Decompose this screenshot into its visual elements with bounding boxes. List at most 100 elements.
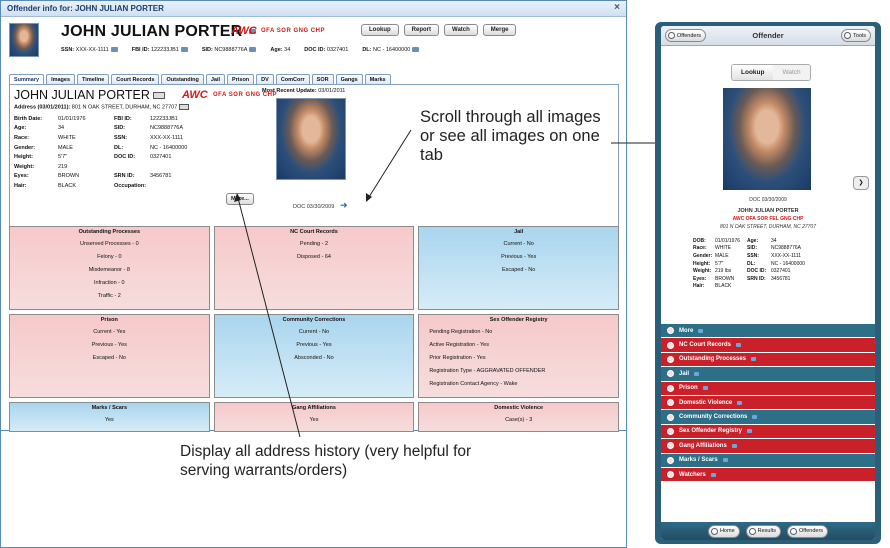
- mobile-lookup-button[interactable]: Lookup: [732, 65, 774, 80]
- lookup-button[interactable]: Lookup: [361, 24, 399, 36]
- panel-line: Disposed - 64: [297, 254, 331, 260]
- panel-line: Infraction - 0: [94, 280, 125, 286]
- panel-line: Pending - 2: [299, 241, 329, 247]
- mobile-menu-item-marks-scars[interactable]: Marks / Scars: [661, 453, 875, 468]
- home-button[interactable]: Home: [707, 524, 740, 538]
- panel-marks-scars[interactable]: Marks / Scars Yes: [9, 402, 210, 432]
- panel-line: Escaped - No: [502, 267, 536, 273]
- mobile-menu-label: Jail: [679, 370, 690, 377]
- mobile-menu-item-more[interactable]: More: [661, 324, 875, 339]
- info-icon: [737, 400, 743, 405]
- panel-community-corrections[interactable]: Community Corrections Current - No Previou…: [213, 314, 415, 398]
- mobile-menu-label: Outstanding Processes: [679, 356, 747, 363]
- panel-domestic-violence[interactable]: Domestic Violence Case(s) - 3: [418, 402, 619, 432]
- header-id-fbi: FBI ID: 122233JB1: [132, 47, 188, 53]
- mobile-photo[interactable]: [723, 88, 811, 190]
- info-icon: [722, 458, 728, 463]
- plus-icon: [667, 399, 674, 407]
- detail-row: Birth Date: 01/01/1976 FBI ID: 122233JB1: [14, 114, 244, 124]
- detail-label: DOC ID:: [114, 154, 136, 161]
- mobile-menu-item-prison[interactable]: Prison: [661, 381, 875, 396]
- more-button[interactable]: More...: [226, 193, 254, 205]
- detail-row: Weight: 219 lbs DOC ID: 0327401: [693, 267, 825, 275]
- panel-line: Absconded - No: [294, 355, 334, 361]
- summary-photo[interactable]: [276, 98, 346, 180]
- mobile-menu-item-domestic-violence[interactable]: Domestic Violence: [661, 395, 875, 411]
- mobile-next-icon[interactable]: ❯: [853, 176, 869, 190]
- detail-label: Eyes:: [693, 275, 707, 282]
- address-history-icon[interactable]: [152, 92, 165, 100]
- results-button[interactable]: Results: [745, 524, 781, 538]
- mobile-menu-item-gang-affiliations[interactable]: Gang Affiliations: [661, 439, 875, 454]
- address-history-button[interactable]: [178, 104, 189, 110]
- mobile-name: JOHN JULIAN PORTER: [737, 208, 799, 214]
- detail-label: Race:: [14, 134, 29, 141]
- mobile-toggle: Lookup Watch: [731, 64, 811, 81]
- panel-line: Registration Type - AGGRAVATED OFFENDER: [429, 368, 546, 374]
- mobile-menu-item-jail[interactable]: Jail: [661, 367, 875, 382]
- detail-value: 5'7": [715, 260, 724, 267]
- mobile-menu-item-watchers[interactable]: Watchers: [661, 467, 875, 483]
- panel-sex-offender-registry[interactable]: Sex Offender Registry Pending Registratio…: [418, 314, 619, 398]
- home-icon: [710, 527, 718, 535]
- copy-icon[interactable]: [249, 47, 257, 53]
- panel-line: Previous - Yes: [91, 342, 127, 348]
- summary-address: Address (03/01/2011): 801 N OAK STREET, …: [14, 104, 189, 110]
- detail-label: SID:: [747, 245, 757, 252]
- panel-title: Domestic Violence: [494, 405, 544, 411]
- panel-line: Previous - Yes: [501, 254, 537, 260]
- mobile-photo-caption: DOC 03/30/2009: [749, 197, 787, 203]
- watch-button[interactable]: Watch: [444, 24, 478, 36]
- info-icon: [752, 415, 758, 420]
- panel-jail[interactable]: Jail Current - No Previous - Yes Escaped - …: [418, 226, 619, 310]
- panel-title: Prison: [100, 317, 118, 323]
- detail-label: SID:: [114, 125, 125, 132]
- mobile-device: Offenders Offender Tools Lookup Watch ❯ …: [655, 22, 881, 544]
- annotation-address-history: Display all address history (very helpfu…: [180, 443, 472, 479]
- close-icon[interactable]: ×: [614, 2, 620, 13]
- bottom-offenders-button[interactable]: Offenders: [786, 524, 829, 538]
- detail-row: Height: 5'7" DOC ID: 0327401: [14, 152, 244, 162]
- detail-label: Eyes:: [14, 173, 29, 180]
- mobile-menu-item-outstanding-processes[interactable]: Outstanding Processes: [661, 352, 875, 368]
- detail-label: DL:: [114, 144, 124, 151]
- results-icon: [748, 527, 756, 535]
- header-buttons: Lookup Report Watch Merge: [361, 24, 517, 36]
- mobile-watch-button[interactable]: Watch: [773, 65, 810, 80]
- mobile-menu-item-nc-court-records[interactable]: NC Court Records: [661, 338, 875, 353]
- report-button[interactable]: Report: [403, 24, 440, 36]
- panel-gang-affiliations[interactable]: Gang Affiliations Yes: [213, 402, 415, 432]
- next-image-icon[interactable]: ➜: [340, 200, 348, 211]
- detail-value: BLACK: [58, 182, 77, 189]
- panel-outstanding-processes[interactable]: Outstanding Processes Unserved Processes …: [9, 226, 210, 310]
- mobile-menu-label: Domestic Violence: [679, 399, 733, 406]
- window-titlebar: Offender info for: JOHN JULIAN PORTER ×: [1, 1, 626, 17]
- panel-prison[interactable]: Prison Current - Yes Previous - Yes Escaped…: [9, 314, 210, 398]
- photo-caption: DOC 03/30/2009: [293, 204, 335, 210]
- info-icon: [747, 429, 753, 434]
- detail-row: Height: 5'7" DL: NC - 16400000: [693, 260, 825, 268]
- panel-line: Traffic - 2: [97, 293, 121, 299]
- detail-row: DOB: 01/01/1976 Age: 34: [693, 237, 825, 245]
- panel-line: Escaped - No: [92, 355, 126, 361]
- mobile-menu-item-sex-offender-registry[interactable]: Sex Offender Registry: [661, 424, 875, 440]
- info-icon: [731, 443, 737, 448]
- panel-nc-court-records[interactable]: NC Court Records Pending - 2 Disposed - 64: [213, 226, 415, 310]
- header-flags: OFA SOR GNG CHP: [261, 28, 325, 34]
- panel-line: Pending Registration - No: [429, 329, 493, 335]
- info-icon: [736, 343, 742, 348]
- mobile-menu-label: Community Corrections: [679, 414, 748, 421]
- mobile-menu-label: More: [679, 327, 694, 334]
- detail-value: NC9888776A: [150, 125, 184, 132]
- offender-header: JOHN JULIAN PORTER AWC OFA SOR GNG CHP L…: [9, 21, 619, 65]
- mobile-menu-item-community-corrections[interactable]: Community Corrections: [661, 410, 875, 425]
- mobile-topbar: Offenders Offender Tools: [661, 26, 875, 46]
- panel-title: Sex Offender Registry: [489, 317, 548, 323]
- copy-icon[interactable]: [110, 47, 118, 53]
- merge-button[interactable]: Merge: [482, 24, 517, 36]
- copy-icon[interactable]: [180, 47, 188, 53]
- copy-icon[interactable]: [412, 47, 420, 53]
- panel-line: Current - Yes: [93, 329, 126, 335]
- mobile-menu-label: Gang Affiliations: [679, 442, 727, 449]
- tools-button[interactable]: Tools: [841, 29, 871, 42]
